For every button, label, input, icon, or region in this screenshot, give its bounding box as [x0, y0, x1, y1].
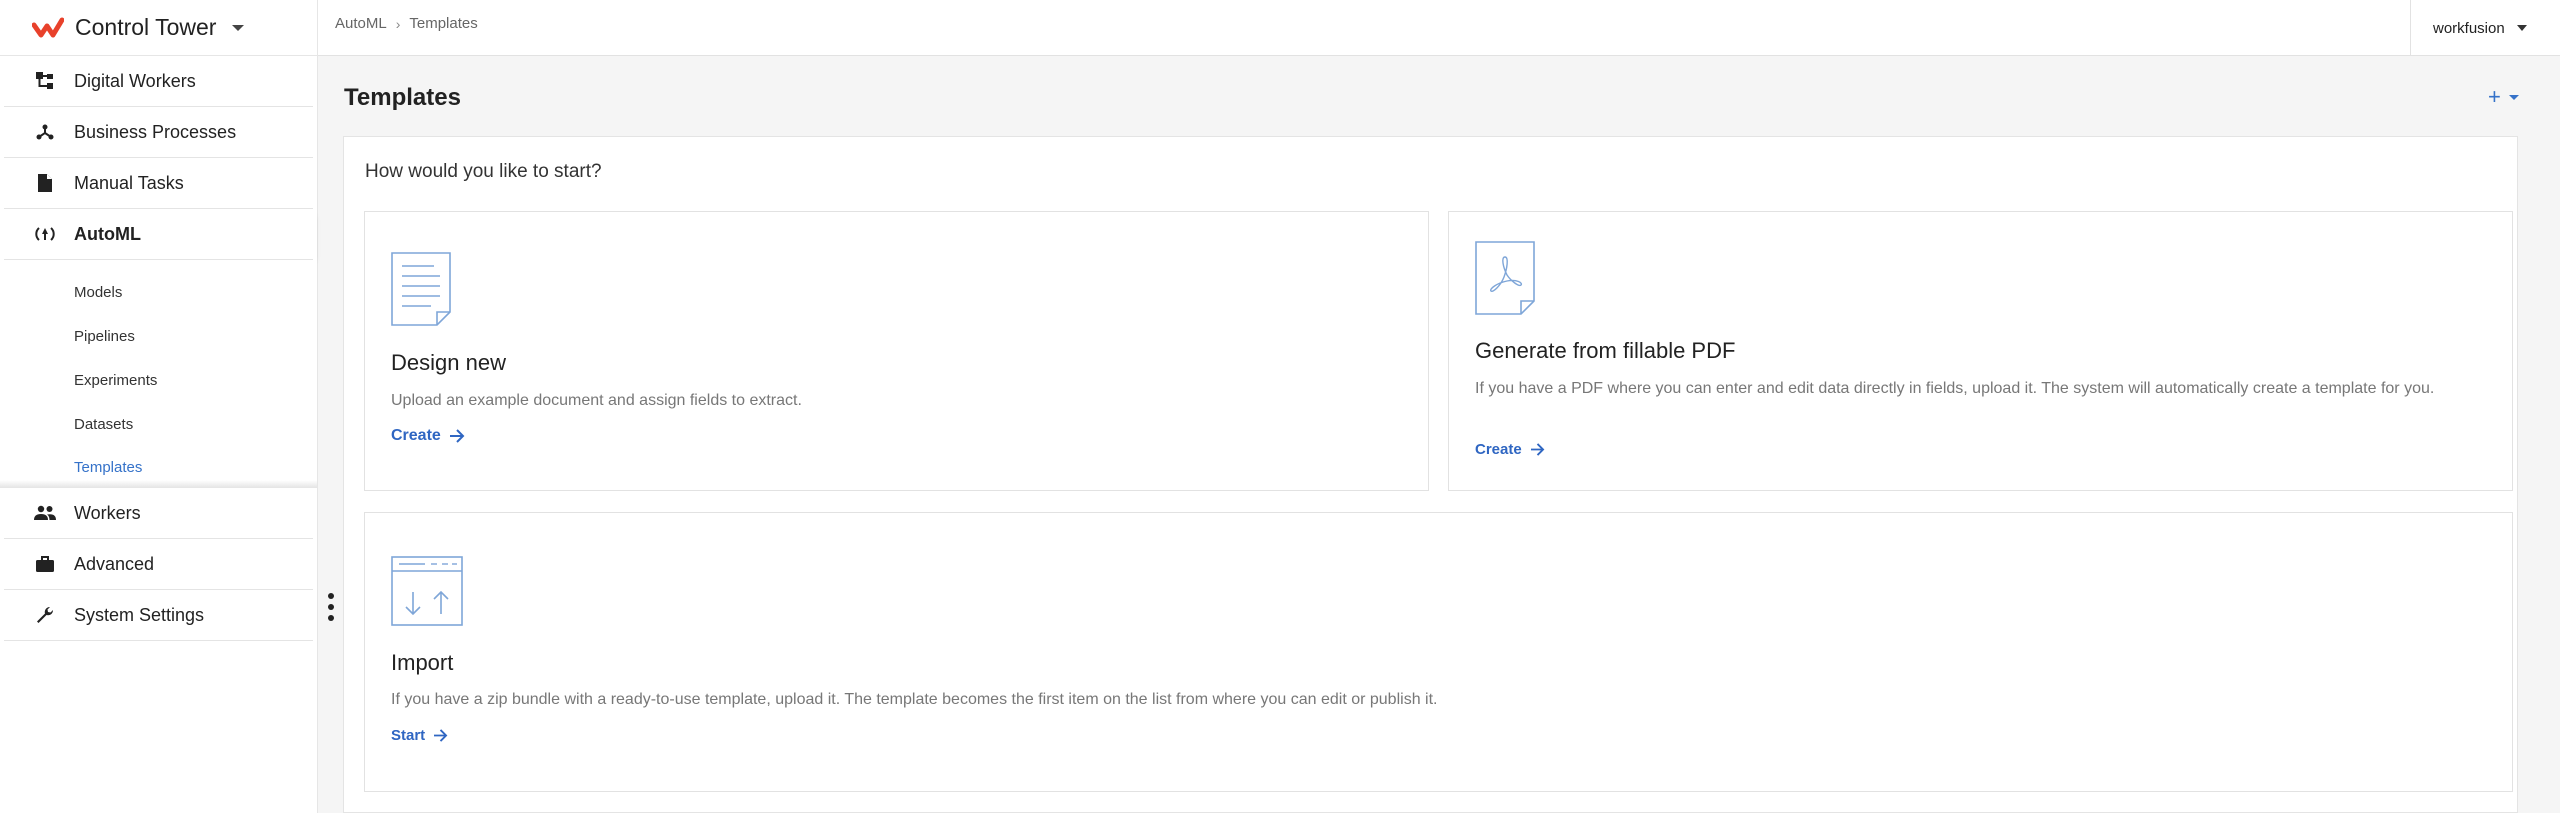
digital-workers-icon: [34, 70, 56, 92]
user-menu[interactable]: workfusion: [2410, 0, 2560, 56]
document-template-icon: [391, 252, 451, 326]
breadcrumb-automl[interactable]: AutoML: [335, 15, 387, 32]
sidebar-item-label: Business Processes: [74, 121, 237, 142]
link-label: Start: [391, 727, 426, 744]
subnav-item-models[interactable]: Models: [74, 284, 122, 301]
card-description: If you have a PDF where you can enter an…: [1475, 380, 2435, 397]
sidebar-item-digital-workers[interactable]: Digital Workers: [4, 56, 313, 107]
brand-logo-icon: [32, 17, 64, 37]
sidebar-item-label: AutoML: [74, 223, 141, 244]
chevron-down-icon: [2508, 94, 2519, 100]
topbar: AutoML › Templates workfusion: [318, 0, 2560, 56]
link-label: Create: [1475, 441, 1522, 458]
sidebar-item-label: System Settings: [74, 604, 205, 625]
process-icon: [34, 121, 56, 143]
sidebar-item-label: Digital Workers: [74, 70, 196, 91]
arrow-right-icon: [1530, 443, 1545, 456]
breadcrumb: AutoML › Templates: [335, 15, 478, 32]
user-name: workfusion: [2433, 19, 2505, 37]
more-vert-icon[interactable]: [327, 593, 335, 621]
arrow-right-icon: [449, 429, 465, 443]
card-title: Design new: [391, 350, 506, 375]
subnav-item-experiments[interactable]: Experiments: [74, 372, 157, 389]
import-start-link[interactable]: Start: [391, 727, 448, 744]
link-label: Create: [391, 427, 441, 444]
pdf-file-icon: [1475, 241, 1535, 315]
card-description: Upload an example document and assign fi…: [391, 392, 802, 409]
card-title: Generate from fillable PDF: [1475, 338, 1736, 363]
start-question: How would you like to start?: [365, 161, 602, 182]
plus-icon: +: [2488, 84, 2501, 109]
import-card: Import If you have a zip bundle with a r…: [364, 512, 2513, 792]
subnav-item-datasets[interactable]: Datasets: [74, 416, 133, 433]
chevron-right-icon: ›: [395, 15, 401, 32]
generate-pdf-card: Generate from fillable PDF If you have a…: [1448, 211, 2513, 491]
divider: [0, 480, 317, 488]
add-template-button[interactable]: +: [2488, 84, 2519, 110]
breadcrumb-templates: Templates: [409, 15, 478, 32]
page-title: Templates: [344, 84, 461, 111]
sidebar-item-manual-tasks[interactable]: Manual Tasks: [4, 158, 313, 209]
briefcase-icon: [34, 553, 56, 575]
chevron-down-icon: [232, 24, 245, 31]
sidebar-item-label: Advanced: [74, 553, 155, 574]
subnav-item-pipelines[interactable]: Pipelines: [74, 328, 135, 345]
people-icon: [34, 502, 56, 524]
card-title: Import: [391, 650, 454, 675]
wrench-icon: [34, 604, 56, 626]
sidebar-item-business-processes[interactable]: Business Processes: [4, 107, 313, 158]
sidebar-item-label: Workers: [74, 502, 141, 523]
import-bundle-icon: [391, 556, 463, 626]
sidebar-item-system-settings[interactable]: System Settings: [4, 590, 313, 641]
chevron-down-icon: [2516, 25, 2527, 31]
sidebar-item-advanced[interactable]: Advanced: [4, 539, 313, 590]
sidebar: Control Tower Digital Workers Business P…: [0, 0, 318, 813]
document-icon: [34, 172, 56, 194]
arrow-right-icon: [434, 729, 448, 742]
automl-subnav: Models Pipelines Experiments Datasets Te…: [0, 260, 317, 488]
subnav-item-templates[interactable]: Templates: [74, 459, 142, 476]
sidebar-item-workers[interactable]: Workers: [4, 488, 313, 539]
automl-icon: [34, 223, 56, 245]
app-switcher[interactable]: Control Tower: [0, 0, 317, 56]
sidebar-item-automl[interactable]: AutoML: [4, 209, 313, 260]
generate-pdf-create-link[interactable]: Create: [1475, 441, 1545, 458]
design-new-card: Design new Upload an example document an…: [364, 211, 1429, 491]
app-title: Control Tower: [75, 14, 217, 40]
card-description: If you have a zip bundle with a ready-to…: [391, 691, 1438, 708]
design-new-create-link[interactable]: Create: [391, 427, 465, 445]
sidebar-item-label: Manual Tasks: [74, 172, 184, 193]
